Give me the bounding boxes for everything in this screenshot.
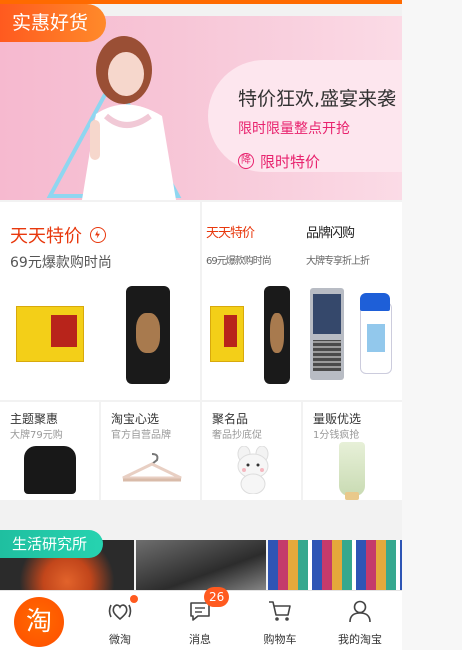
banner-subtitle: 限时限量整点开抢 <box>238 121 350 137</box>
bottom-tab-bar: 淘 微淘 26 消息 购物车 我的淘宝 <box>0 587 402 650</box>
user-icon <box>349 600 371 623</box>
category-subtitle: 大牌79元购 <box>10 430 63 441</box>
product-phone-case-small <box>264 286 290 384</box>
banner-title: 特价狂欢,盛宴来袭 <box>238 88 397 110</box>
category-title: 量贩优选 <box>313 412 362 426</box>
tab-label: 我的淘宝 <box>338 633 382 646</box>
category-famous-brands[interactable]: 聚名品 奢品抄底促 <box>202 402 301 500</box>
product-snack-box <box>16 306 84 362</box>
daily-deals-subtitle: 69元爆款购时尚 <box>10 255 112 271</box>
category-bulk-picks[interactable]: 量贩优选 1分钱疯抢 <box>303 402 402 500</box>
hoodie-product-image <box>24 446 76 494</box>
section-tag-life: 生活研究所 <box>0 530 104 558</box>
tab-weitao[interactable]: 微淘 <box>80 591 160 650</box>
category-title: 主题聚惠 <box>10 412 59 426</box>
weitao-notification-dot <box>130 595 138 603</box>
tab-label: 微淘 <box>109 633 131 646</box>
tab-home[interactable]: 淘 <box>0 591 80 650</box>
brand-flash-subtitle: 大牌专享折上折 <box>306 256 370 267</box>
daily-deals-title-text: 天天特价 <box>10 226 82 247</box>
model-photo <box>82 36 176 200</box>
tab-label: 购物车 <box>263 633 297 646</box>
lightning-icon <box>90 227 106 243</box>
tab-messages[interactable]: 26 消息 <box>160 587 240 650</box>
brand-flash-card[interactable]: 天天特价 69元爆款购时尚 品牌闪购 大牌专享折上折 <box>202 202 402 400</box>
category-title: 聚名品 <box>212 412 249 426</box>
category-subtitle: 奢品抄底促 <box>212 430 262 441</box>
daily-deals-title: 天天特价 <box>10 222 106 248</box>
product-snack-box-small <box>210 306 244 362</box>
price-drop-icon: 降 <box>238 153 254 169</box>
category-theme-deals[interactable]: 主题聚惠 大牌79元购 <box>0 402 99 500</box>
tab-my-taobao[interactable]: 我的淘宝 <box>320 591 400 650</box>
banner-cta-label: 限时特价 <box>260 152 321 171</box>
taobao-logo-icon: 淘 <box>14 597 64 647</box>
bear-plush-image <box>237 446 269 494</box>
clothes-photo <box>136 540 266 592</box>
product-cleanser-bottle <box>360 293 392 374</box>
product-phone-case <box>126 286 170 384</box>
tab-label: 消息 <box>189 633 211 646</box>
banner-cta[interactable]: 降 限时特价 <box>238 150 320 172</box>
daily-deals-card[interactable]: 天天特价 69元爆款购时尚 <box>0 202 200 400</box>
hanger-product-image <box>122 453 182 482</box>
brand-flash-title: 品牌闪购 <box>306 226 355 241</box>
product-laptop <box>310 288 344 380</box>
category-title: 淘宝心选 <box>111 412 160 426</box>
skincare-tube-image <box>339 442 365 500</box>
category-subtitle: 1分钱疯抢 <box>313 430 360 441</box>
taobao-home-screen: 特价狂欢,盛宴来袭 限时限量整点开抢 降 限时特价 实惠好货 天天特价 69元爆… <box>0 0 402 650</box>
right-margin-area <box>402 0 462 650</box>
paint-palette-photo <box>268 540 402 592</box>
tab-cart[interactable]: 购物车 <box>240 591 320 650</box>
cart-icon <box>269 601 291 621</box>
category-taobao-select[interactable]: 淘宝心选 官方自营品牌 <box>101 402 200 500</box>
mini-deals-title: 天天特价 <box>206 226 255 241</box>
promo-banner[interactable]: 特价狂欢,盛宴来袭 限时限量整点开抢 降 限时特价 <box>0 16 402 200</box>
category-subtitle: 官方自营品牌 <box>111 430 171 441</box>
section-tag-shihui: 实惠好货 <box>0 4 107 42</box>
message-count-badge: 26 <box>204 587 230 607</box>
mini-deals-subtitle: 69元爆款购时尚 <box>206 256 272 267</box>
